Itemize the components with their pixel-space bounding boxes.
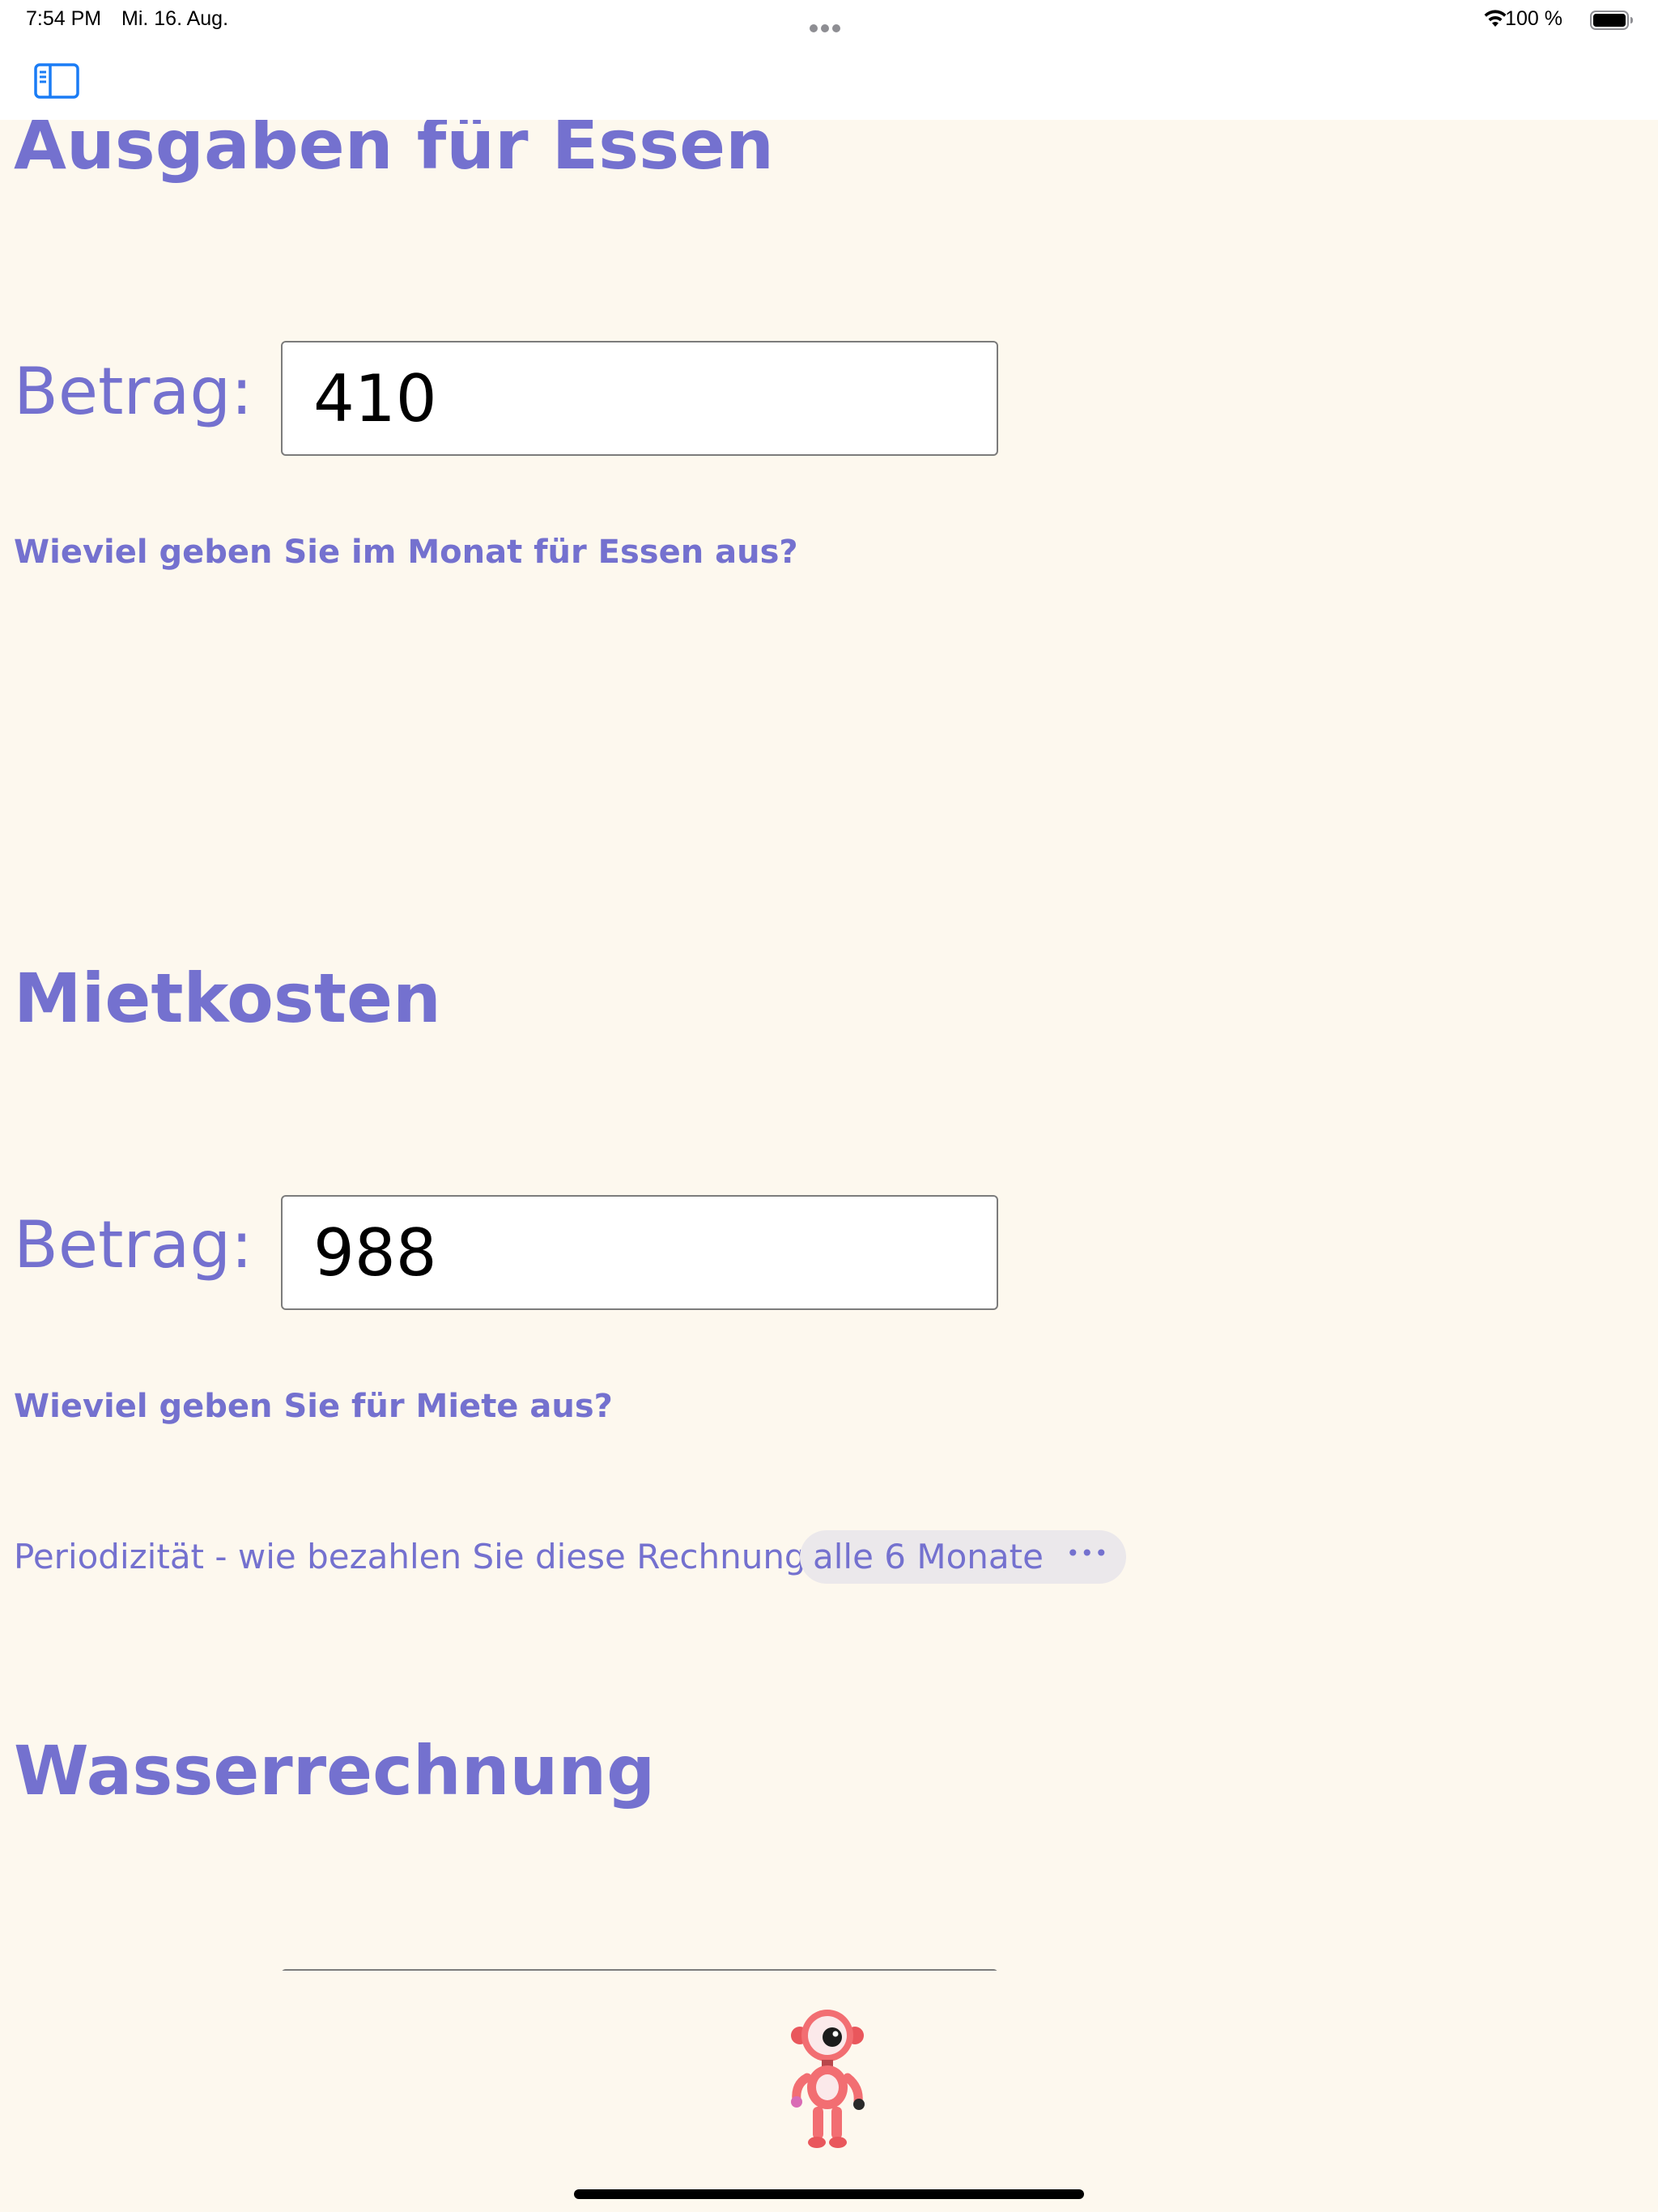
question-rent: Wieviel geben Sie für Miete aus? xyxy=(14,1388,613,1425)
footer xyxy=(0,1971,1658,2212)
period-select[interactable]: alle 6 Monate ••• xyxy=(800,1530,1127,1584)
amount-label-food: Betrag: xyxy=(14,354,253,429)
status-time: 7:54 PM xyxy=(26,7,102,30)
wifi-icon xyxy=(1484,10,1507,27)
amount-label-rent: Betrag: xyxy=(14,1207,253,1283)
period-label: Periodizität - wie bezahlen Sie diese Re… xyxy=(14,1537,818,1576)
status-bar: 7:54 PM Mi. 16. Aug. 100 % xyxy=(0,0,1658,39)
amount-input-food[interactable] xyxy=(281,341,998,456)
sidebar-left-icon[interactable] xyxy=(34,63,79,99)
navigation-bar xyxy=(0,39,1658,120)
section-title-food: Ausgaben für Essen xyxy=(14,120,774,185)
ellipsis-icon: ••• xyxy=(1065,1540,1109,1567)
battery-icon xyxy=(1590,11,1633,30)
robot-mascot-icon[interactable] xyxy=(777,2006,891,2160)
section-title-water: Wasserrechnung xyxy=(14,1731,656,1810)
question-food: Wieviel geben Sie im Monat für Essen aus… xyxy=(14,534,798,571)
amount-input-rent[interactable] xyxy=(281,1195,998,1310)
period-select-value: alle 6 Monate xyxy=(813,1537,1044,1576)
home-indicator[interactable] xyxy=(574,2189,1084,2199)
battery-percent: 100 % xyxy=(1505,7,1562,30)
status-date: Mi. 16. Aug. xyxy=(121,7,229,30)
section-title-rent: Mietkosten xyxy=(14,959,441,1038)
multitasking-dots-icon[interactable] xyxy=(810,15,844,38)
expense-form[interactable]: Ausgaben für Essen Betrag: Wieviel geben… xyxy=(0,120,1658,1971)
